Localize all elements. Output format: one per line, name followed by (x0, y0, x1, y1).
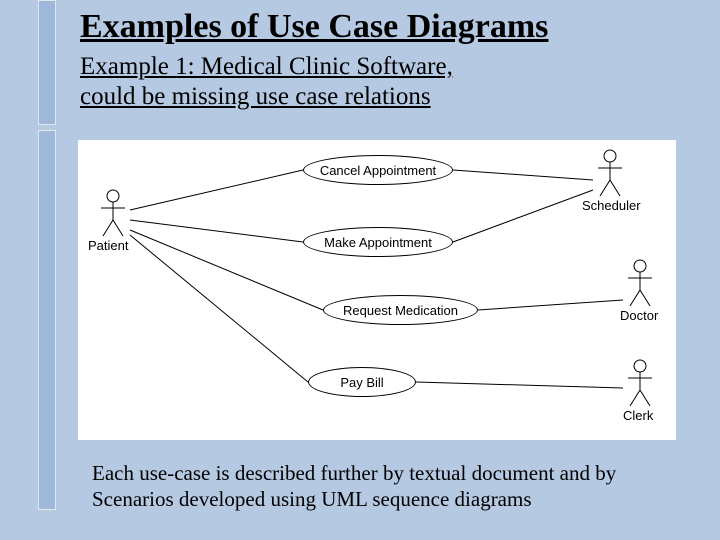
footer-line-2: Scenarios developed using UML sequence d… (92, 487, 532, 511)
actor-patient-icon (96, 188, 136, 238)
actor-clerk-icon (623, 358, 663, 408)
slide-side-accent-bottom (38, 130, 56, 510)
actor-doctor-label: Doctor (620, 308, 658, 323)
actor-scheduler-label: Scheduler (582, 198, 641, 213)
usecase-cancel-appointment: Cancel Appointment (303, 155, 453, 185)
footer-note: Each use-case is described further by te… (92, 460, 692, 513)
usecase-make-appointment: Make Appointment (303, 227, 453, 257)
actor-patient-label: Patient (88, 238, 128, 253)
usecase-request-label: Request Medication (343, 303, 458, 318)
slide-side-accent-top (38, 0, 56, 125)
page-subtitle: Example 1: Medical Clinic Software, coul… (80, 52, 453, 112)
usecase-make-label: Make Appointment (324, 235, 432, 250)
page-title: Examples of Use Case Diagrams (80, 8, 548, 46)
usecase-pay-label: Pay Bill (340, 375, 383, 390)
usecase-request-medication: Request Medication (323, 295, 478, 325)
use-case-diagram: Patient Scheduler Doctor Cler (78, 140, 676, 440)
subtitle-line-2: could be missing use case relations (80, 83, 431, 110)
footer-line-1: Each use-case is described further by te… (92, 461, 616, 485)
actor-clerk-label: Clerk (623, 408, 653, 423)
subtitle-line-1: Example 1: Medical Clinic Software, (80, 53, 453, 80)
actor-doctor-icon (623, 258, 663, 308)
usecase-pay-bill: Pay Bill (308, 367, 416, 397)
usecase-cancel-label: Cancel Appointment (320, 163, 436, 178)
actor-scheduler-icon (593, 148, 633, 198)
